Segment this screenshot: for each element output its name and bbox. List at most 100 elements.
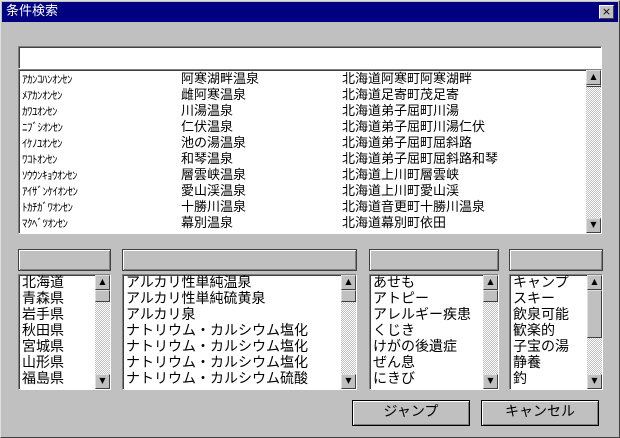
scroll-thumb[interactable] bbox=[483, 290, 498, 302]
scroll-up-icon: ▲ bbox=[590, 72, 597, 81]
prefecture-header[interactable] bbox=[18, 249, 111, 271]
facility-item[interactable]: 子宝の湯 bbox=[513, 340, 569, 355]
scroll-thumb[interactable] bbox=[586, 85, 601, 87]
close-button[interactable]: × bbox=[599, 5, 614, 19]
prefecture-scrollbar[interactable]: ▲ ▼ bbox=[95, 275, 110, 389]
scroll-down-icon: ▼ bbox=[345, 376, 352, 385]
result-reading: ｶﾜﾕｵﾝｾﾝ bbox=[22, 105, 58, 118]
facility-header[interactable] bbox=[509, 249, 603, 271]
result-name: 愛山渓温泉 bbox=[181, 184, 247, 199]
result-address: 北海道弟子屈町川湯仁伏 bbox=[342, 120, 486, 135]
result-address: 北海道弟子屈町川湯 bbox=[342, 104, 460, 119]
close-icon: × bbox=[601, 5, 612, 18]
facility-item[interactable]: 釣 bbox=[513, 372, 527, 387]
result-name: 幕別温泉 bbox=[181, 216, 234, 231]
scroll-up-button[interactable]: ▲ bbox=[586, 70, 601, 85]
results-scrollbar[interactable]: ▲ ▼ bbox=[586, 70, 601, 233]
efficacy-item[interactable]: くじき bbox=[373, 324, 415, 339]
prefecture-item[interactable]: 秋田県 bbox=[22, 324, 64, 339]
scroll-down-button[interactable]: ▼ bbox=[341, 374, 356, 389]
jump-button[interactable]: ジャンプ bbox=[352, 400, 470, 426]
facility-item[interactable]: スキー bbox=[513, 292, 555, 307]
spring-type-item[interactable]: アルカリ性単純硫黄泉 bbox=[126, 292, 265, 307]
result-reading: ｲｹﾉﾕｵﾝｾﾝ bbox=[22, 137, 63, 150]
result-reading: ﾆﾌﾞｼｵﾝｾﾝ bbox=[22, 121, 63, 134]
efficacy-header[interactable] bbox=[369, 249, 499, 271]
facility-item[interactable]: 飲泉可能 bbox=[513, 308, 569, 323]
scroll-down-button[interactable]: ▼ bbox=[586, 218, 601, 233]
prefecture-list[interactable]: 北海道 青森県 岩手県 秋田県 宮城県 山形県 福島県 ▲ ▼ bbox=[18, 274, 111, 390]
result-name: 層雲峡温泉 bbox=[181, 168, 247, 183]
jump-button-label: ジャンプ bbox=[383, 404, 439, 420]
result-address: 北海道上川町愛山渓 bbox=[342, 184, 460, 199]
efficacy-item[interactable]: あせも bbox=[373, 276, 415, 291]
result-name: 阿寒湖畔温泉 bbox=[181, 72, 260, 87]
cancel-button-label: キャンセル bbox=[505, 404, 575, 420]
spring-type-item[interactable]: アルカリ泉 bbox=[126, 308, 195, 323]
result-reading: ｱｶﾝｺﾊﾝｵﾝｾﾝ bbox=[22, 73, 73, 86]
scroll-thumb[interactable] bbox=[587, 290, 602, 338]
efficacy-item[interactable]: アレルギー疾患 bbox=[373, 308, 471, 323]
scroll-up-button[interactable]: ▲ bbox=[95, 275, 110, 290]
prefecture-item[interactable]: 山形県 bbox=[22, 356, 64, 371]
spring-type-header[interactable] bbox=[122, 249, 357, 271]
spring-type-item[interactable]: アルカリ性単純温泉 bbox=[126, 276, 251, 291]
window-title: 条件検索 bbox=[6, 4, 59, 19]
prefecture-item[interactable]: 北海道 bbox=[22, 276, 64, 291]
efficacy-item[interactable]: けがの後遺症 bbox=[373, 340, 457, 355]
efficacy-scrollbar[interactable]: ▲ ▼ bbox=[483, 275, 498, 389]
result-address: 北海道上川町層雲峡 bbox=[342, 168, 460, 183]
spring-type-item[interactable]: ナトリウム・カルシウム塩化 bbox=[126, 356, 308, 371]
facility-item[interactable]: 歓楽的 bbox=[513, 324, 555, 339]
prefecture-item[interactable]: 宮城県 bbox=[22, 340, 64, 355]
result-address: 北海道足寄町茂足寄 bbox=[342, 88, 460, 103]
spring-type-item[interactable]: ナトリウム・カルシウム塩化 bbox=[126, 324, 308, 339]
prefecture-item[interactable]: 福島県 bbox=[22, 372, 64, 387]
scroll-up-button[interactable]: ▲ bbox=[587, 275, 602, 290]
spring-type-list[interactable]: アルカリ性単純温泉 アルカリ性単純硫黄泉 アルカリ泉 ナトリウム・カルシウム塩化 ナトリ… bbox=[122, 274, 357, 390]
scroll-up-icon: ▲ bbox=[99, 277, 106, 286]
scroll-down-button[interactable]: ▼ bbox=[587, 374, 602, 389]
scroll-down-icon: ▼ bbox=[590, 220, 597, 229]
search-input[interactable] bbox=[18, 46, 602, 69]
efficacy-item[interactable]: アトピー bbox=[373, 292, 429, 307]
efficacy-item[interactable]: ぜん息 bbox=[373, 356, 415, 371]
result-name: 和琴温泉 bbox=[181, 152, 234, 167]
result-reading: ﾄｶﾁｶﾞﾜｵﾝｾﾝ bbox=[22, 201, 73, 214]
scroll-down-icon: ▼ bbox=[99, 376, 106, 385]
scroll-up-icon: ▲ bbox=[487, 277, 494, 286]
result-reading: ﾜｺﾄｵﾝｾﾝ bbox=[22, 153, 58, 166]
facility-item[interactable]: 静養 bbox=[513, 356, 541, 371]
result-address: 北海道音更町十勝川温泉 bbox=[342, 200, 486, 215]
facility-item[interactable]: キャンプ bbox=[513, 276, 569, 291]
efficacy-item[interactable]: にきび bbox=[373, 372, 415, 387]
efficacy-list[interactable]: あせも アトピー アレルギー疾患 くじき けがの後遺症 ぜん息 にきび ▲ ▼ bbox=[369, 274, 499, 390]
scroll-down-button[interactable]: ▼ bbox=[95, 374, 110, 389]
results-list[interactable]: ▲ ▼ ｱｶﾝｺﾊﾝｵﾝｾﾝ 阿寒湖畔温泉 北海道阿寒町阿寒湖畔 ﾒｱｶﾝｵﾝｾﾝ 雌阿… bbox=[18, 69, 602, 234]
scroll-up-button[interactable]: ▲ bbox=[483, 275, 498, 290]
result-reading: ｱｲｻﾞﾝｹｲｵﾝｾﾝ bbox=[22, 185, 78, 198]
prefecture-item[interactable]: 岩手県 bbox=[22, 308, 64, 323]
scroll-up-button[interactable]: ▲ bbox=[341, 275, 356, 290]
scroll-down-icon: ▼ bbox=[487, 376, 494, 385]
result-reading: ﾏｸﾍﾞﾂｵﾝｾﾝ bbox=[22, 217, 68, 230]
scroll-down-button[interactable]: ▼ bbox=[483, 374, 498, 389]
spring-type-item[interactable]: ナトリウム・カルシウム硫酸 bbox=[126, 372, 308, 387]
result-name: 仁伏温泉 bbox=[181, 120, 234, 135]
cancel-button[interactable]: キャンセル bbox=[481, 400, 599, 426]
facility-list[interactable]: キャンプ スキー 飲泉可能 歓楽的 子宝の湯 静養釣 ▲ ▼ bbox=[509, 274, 603, 390]
result-address: 北海道弟子屈町屈斜路和琴 bbox=[342, 152, 499, 167]
result-address: 北海道弟子屈町屈斜路 bbox=[342, 136, 473, 151]
result-name: 十勝川温泉 bbox=[181, 200, 247, 215]
facility-scrollbar[interactable]: ▲ ▼ bbox=[587, 275, 602, 389]
title-bar: 条件検索 × bbox=[2, 2, 618, 22]
result-name: 川湯温泉 bbox=[181, 104, 234, 119]
prefecture-item[interactable]: 青森県 bbox=[22, 292, 64, 307]
scroll-thumb[interactable] bbox=[95, 290, 110, 302]
result-address: 北海道阿寒町阿寒湖畔 bbox=[342, 72, 473, 87]
spring-type-scrollbar[interactable]: ▲ ▼ bbox=[341, 275, 356, 389]
result-name: 池の湯温泉 bbox=[181, 136, 247, 151]
scroll-thumb[interactable] bbox=[341, 290, 356, 302]
spring-type-item[interactable]: ナトリウム・カルシウム塩化 bbox=[126, 340, 308, 355]
scroll-down-icon: ▼ bbox=[591, 376, 598, 385]
